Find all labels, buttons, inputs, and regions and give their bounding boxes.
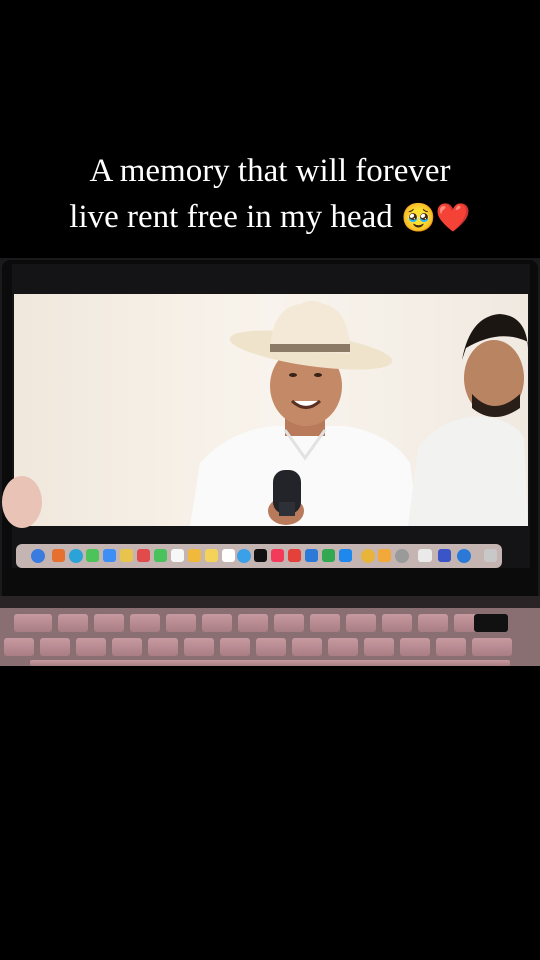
microphone-icon (273, 470, 301, 516)
caption-line-1: A memory that will forever (89, 153, 451, 189)
laptop-photo (0, 258, 540, 666)
caption-line-2: live rent free in my head 🥹❤️ (0, 194, 540, 241)
caption-emojis: 🥹❤️ (400, 201, 471, 234)
left-person (2, 476, 42, 528)
caption-line-2-text: live rent free in my head (69, 199, 393, 235)
touch-id-key (474, 614, 508, 632)
story-caption: A memory that will forever live rent fre… (0, 148, 540, 241)
